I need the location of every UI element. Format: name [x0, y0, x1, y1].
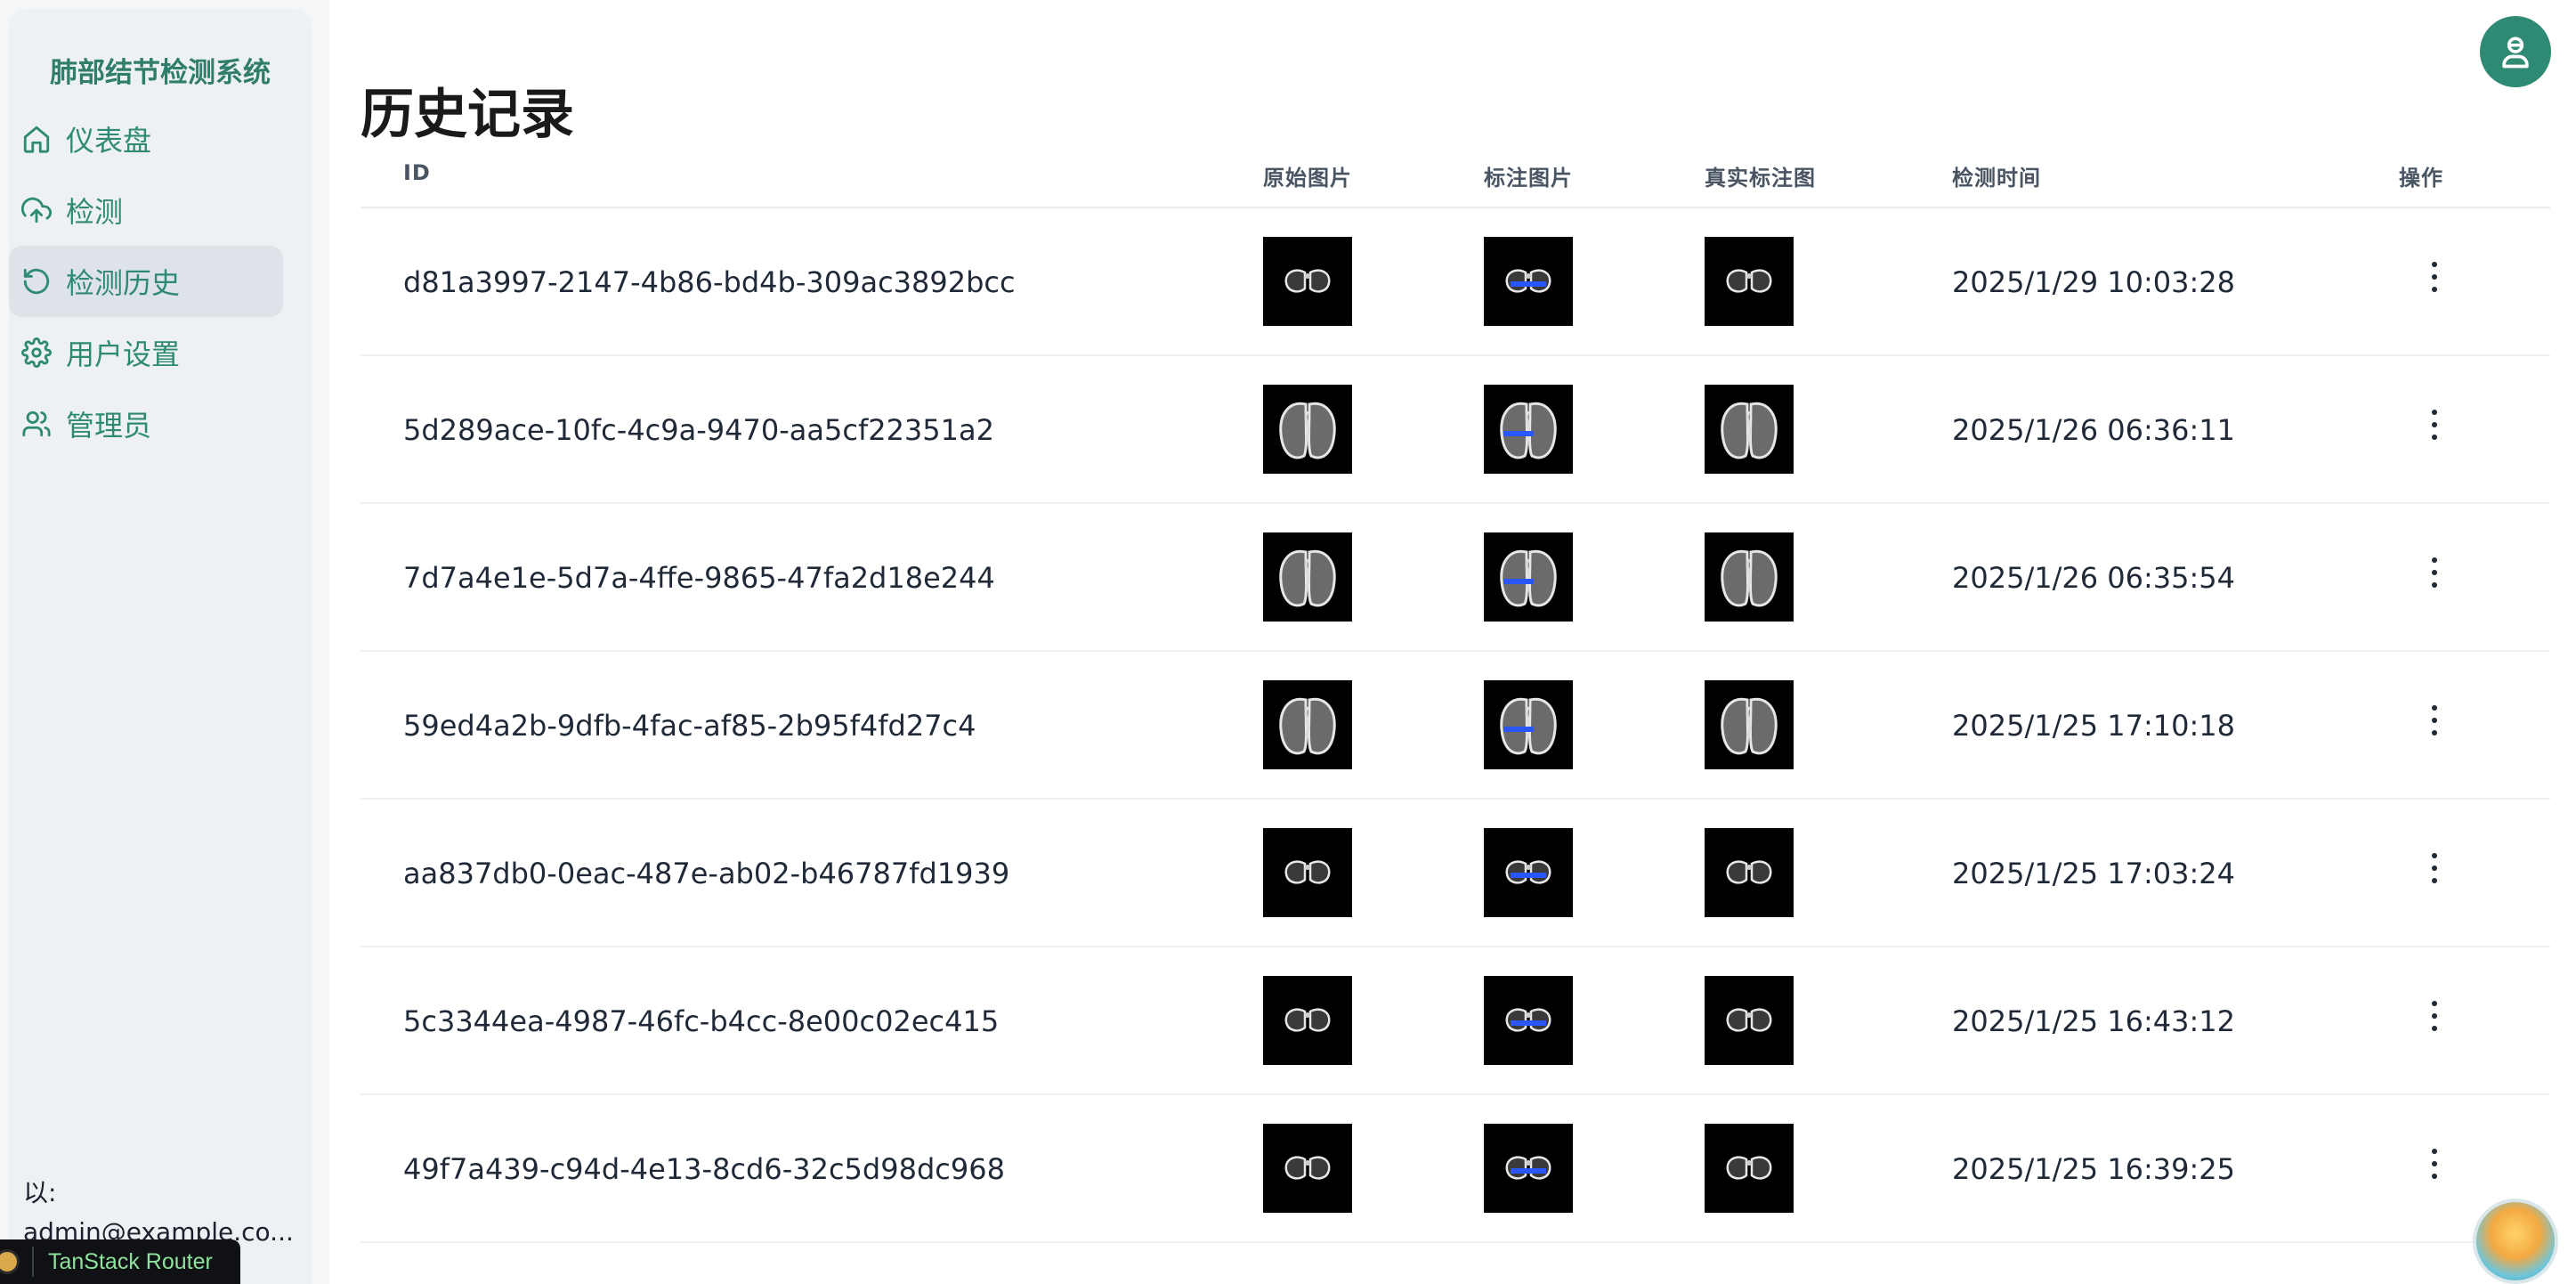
- record-id: 5d289ace-10fc-4c9a-9470-aa5cf22351a2: [403, 413, 994, 447]
- tanstack-logo-icon: [0, 1249, 20, 1274]
- detection-time: 2025/1/29 10:03:28: [1952, 265, 2235, 299]
- annotated-image-thumb[interactable]: [1484, 828, 1573, 917]
- record-id: 5c3344ea-4987-46fc-b4cc-8e00c02ec415: [403, 1004, 1000, 1038]
- detection-time: 2025/1/25 17:03:24: [1952, 857, 2235, 890]
- table-header: ID 原始图片 标注图片 真实标注图 检测时间 操作: [360, 157, 2550, 208]
- original-image-thumb[interactable]: [1263, 385, 1352, 474]
- detection-time: 2025/1/25 16:43:12: [1952, 1004, 2235, 1038]
- floating-island-badge-icon[interactable]: [2473, 1199, 2558, 1284]
- sidebar-item-label: 检测: [66, 195, 124, 229]
- annotated-image-thumb[interactable]: [1484, 237, 1573, 326]
- sidebar-item-history[interactable]: 检测历史: [9, 246, 283, 317]
- main-content: 历史记录 ID 原始图片 标注图片 真实标注图 检测时间 操作 d81a3997…: [360, 0, 2550, 1284]
- original-image-thumb[interactable]: [1263, 680, 1352, 769]
- home-icon: [23, 126, 50, 153]
- header-actions: 操作: [2399, 166, 2443, 191]
- app-root: 肺部结节检测系统 仪表盘 检测 检测历史 用户设置 管理员 以: admin@e…: [0, 0, 2576, 1284]
- record-id: 7d7a4e1e-5d7a-4ffe-9865-47fa2d18e244: [403, 561, 995, 595]
- original-image-thumb[interactable]: [1263, 532, 1352, 622]
- detection-time: 2025/1/25 16:39:25: [1952, 1152, 2235, 1186]
- row-actions-more-icon[interactable]: [2424, 557, 2445, 588]
- record-id: aa837db0-0eac-487e-ab02-b46787fd1939: [403, 857, 1010, 890]
- user-icon: [2502, 37, 2529, 69]
- ground-truth-image-thumb[interactable]: [1705, 1124, 1794, 1213]
- detection-time: 2025/1/25 17:10:18: [1952, 709, 2235, 743]
- history-icon: [23, 268, 50, 295]
- sidebar-item-user-settings[interactable]: 用户设置: [9, 317, 312, 388]
- annotated-image-thumb[interactable]: [1484, 1124, 1573, 1213]
- ground-truth-image-thumb[interactable]: [1705, 237, 1794, 326]
- table-row: 5c3344ea-4987-46fc-b4cc-8e00c02ec415 2025…: [360, 947, 2550, 1095]
- upload-cloud-icon: [21, 197, 52, 223]
- annotated-image-thumb[interactable]: [1484, 976, 1573, 1065]
- table-row: 49f7a439-c94d-4e13-8cd6-32c5d98dc968 2025…: [360, 1095, 2550, 1243]
- tanstack-router-devtools-button[interactable]: TanStack Router: [0, 1239, 240, 1284]
- header-id: ID: [403, 160, 431, 185]
- row-actions-more-icon[interactable]: [2424, 1001, 2445, 1031]
- record-id: d81a3997-2147-4b86-bd4b-309ac3892bcc: [403, 265, 1016, 299]
- app-title: 肺部结节检测系统: [50, 57, 271, 89]
- annotated-image-thumb[interactable]: [1484, 385, 1573, 474]
- sidebar-panel: 肺部结节检测系统 仪表盘 检测 检测历史 用户设置 管理员 以: admin@e…: [9, 9, 312, 1284]
- sidebar-item-dashboard[interactable]: 仪表盘: [9, 103, 312, 175]
- original-image-thumb[interactable]: [1263, 976, 1352, 1065]
- history-table: ID 原始图片 标注图片 真实标注图 检测时间 操作 d81a3997-2147…: [360, 157, 2550, 1243]
- row-actions-more-icon[interactable]: [2424, 705, 2445, 735]
- record-id: 59ed4a2b-9dfb-4fac-af85-2b95f4fd27c4: [403, 709, 976, 743]
- header-annotated: 标注图片: [1484, 166, 1573, 191]
- user-avatar-button[interactable]: [2480, 16, 2551, 87]
- annotated-image-thumb[interactable]: [1484, 532, 1573, 622]
- sidebar-item-label: 用户设置: [66, 337, 181, 371]
- table-body: d81a3997-2147-4b86-bd4b-309ac3892bcc 2025…: [360, 208, 2550, 1243]
- signed-in-prefix: 以:: [23, 1178, 57, 1207]
- sidebar-item-label: 检测历史: [66, 266, 181, 300]
- row-actions-more-icon[interactable]: [2424, 410, 2445, 440]
- ground-truth-image-thumb[interactable]: [1705, 385, 1794, 474]
- original-image-thumb[interactable]: [1263, 828, 1352, 917]
- record-id: 49f7a439-c94d-4e13-8cd6-32c5d98dc968: [403, 1152, 1005, 1186]
- table-row: 5d289ace-10fc-4c9a-9470-aa5cf22351a2 2025…: [360, 356, 2550, 504]
- sidebar: 肺部结节检测系统 仪表盘 检测 检测历史 用户设置 管理员 以: admin@e…: [0, 0, 329, 1284]
- gear-icon: [21, 337, 52, 368]
- devtools-divider: [32, 1247, 34, 1277]
- sidebar-item-label: 仪表盘: [66, 124, 152, 158]
- detection-time: 2025/1/26 06:35:54: [1952, 561, 2235, 595]
- header-time: 检测时间: [1952, 166, 2041, 191]
- devtools-label: TanStack Router: [48, 1248, 213, 1274]
- original-image-thumb[interactable]: [1263, 1124, 1352, 1213]
- sidebar-nav: 仪表盘 检测 检测历史 用户设置 管理员: [9, 103, 312, 459]
- row-actions-more-icon[interactable]: [2424, 853, 2445, 883]
- annotated-image-thumb[interactable]: [1484, 680, 1573, 769]
- ground-truth-image-thumb[interactable]: [1705, 976, 1794, 1065]
- header-ground-truth: 真实标注图: [1705, 166, 1816, 191]
- row-actions-more-icon[interactable]: [2424, 262, 2445, 292]
- table-row: d81a3997-2147-4b86-bd4b-309ac3892bcc 2025…: [360, 208, 2550, 356]
- table-row: 7d7a4e1e-5d7a-4ffe-9865-47fa2d18e244 2025…: [360, 504, 2550, 652]
- sidebar-item-admin[interactable]: 管理员: [9, 388, 312, 459]
- header-original: 原始图片: [1263, 166, 1352, 191]
- ground-truth-image-thumb[interactable]: [1705, 828, 1794, 917]
- ground-truth-image-thumb[interactable]: [1705, 680, 1794, 769]
- table-row: 59ed4a2b-9dfb-4fac-af85-2b95f4fd27c4 2025…: [360, 652, 2550, 800]
- ground-truth-image-thumb[interactable]: [1705, 532, 1794, 622]
- sidebar-item-label: 管理员: [66, 409, 152, 443]
- users-icon: [22, 410, 51, 437]
- detection-time: 2025/1/26 06:36:11: [1952, 413, 2235, 447]
- page-title: 历史记录: [360, 84, 574, 146]
- sidebar-item-detect[interactable]: 检测: [9, 175, 312, 246]
- original-image-thumb[interactable]: [1263, 237, 1352, 326]
- row-actions-more-icon[interactable]: [2424, 1149, 2445, 1179]
- table-row: aa837db0-0eac-487e-ab02-b46787fd1939 2025…: [360, 800, 2550, 947]
